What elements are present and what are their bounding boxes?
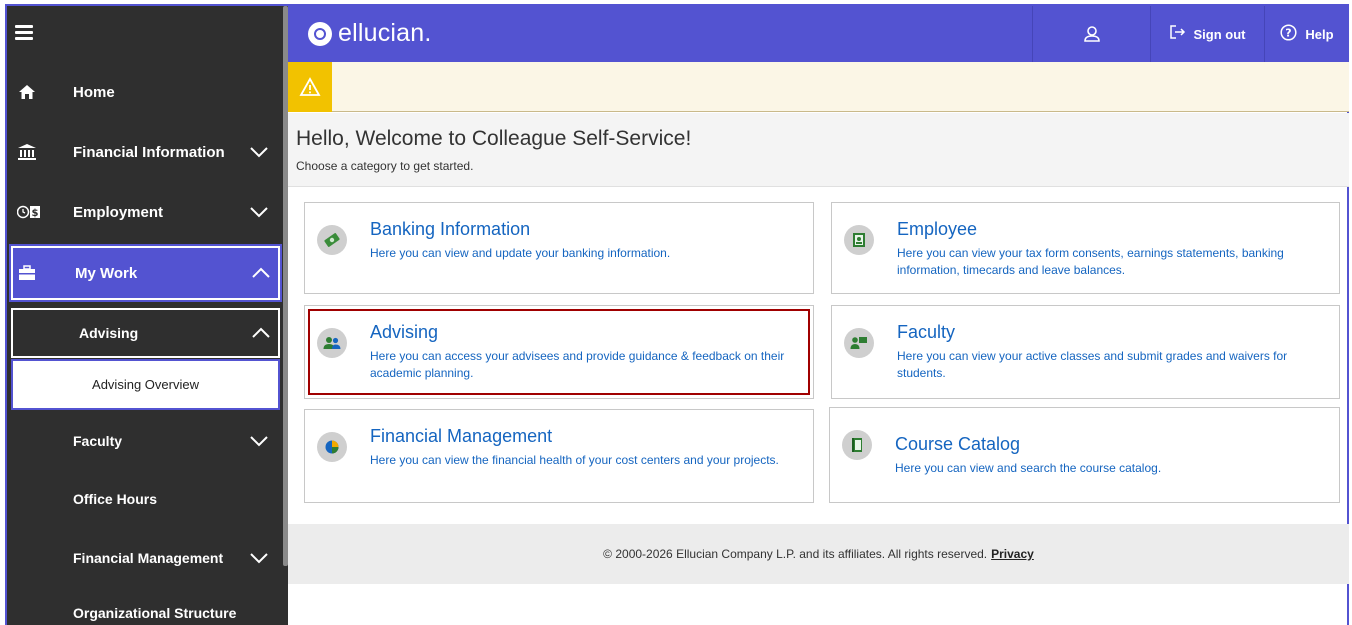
- sidebar-item-my-work[interactable]: My Work: [9, 244, 282, 302]
- sidebar-item-office-hours[interactable]: Office Hours: [7, 469, 288, 529]
- card-description: Here you can view and update your bankin…: [370, 246, 671, 260]
- sidebar-item-label: My Work: [75, 264, 138, 282]
- sign-out-label: Sign out: [1193, 26, 1246, 42]
- people-icon: [317, 328, 347, 358]
- sidebar-item-financial-management[interactable]: Financial Management: [7, 528, 288, 588]
- svg-text:?: ?: [1286, 26, 1292, 39]
- sign-out-icon: [1169, 25, 1186, 43]
- page-subtitle: Choose a category to get started.: [296, 159, 474, 173]
- copyright-text: © 2000-2026 Ellucian Company L.P. and it…: [603, 547, 988, 561]
- sidebar-item-faculty[interactable]: Faculty: [7, 411, 288, 471]
- sidebar-item-label: Advising Overview: [92, 377, 199, 392]
- sidebar-item-label: Home: [73, 83, 115, 101]
- card-title: Course Catalog: [895, 434, 1021, 454]
- card-description: Here you can view and search the course …: [895, 461, 1162, 475]
- welcome-section: Hello, Welcome to Colleague Self-Service…: [288, 113, 1349, 187]
- sidebar-item-employment[interactable]: $ Employment: [7, 182, 288, 242]
- brand-name: ellucian.: [338, 19, 432, 47]
- chevron-down-icon: [250, 436, 268, 447]
- pie-chart-icon: [317, 432, 347, 462]
- app-frame: Home Financial Information $ Employment …: [5, 4, 1349, 625]
- warning-icon[interactable]: [288, 62, 332, 112]
- sidebar-item-label: Financial Information: [73, 143, 225, 161]
- help-button[interactable]: ? Help: [1264, 6, 1349, 62]
- sidebar-item-label: Advising: [79, 325, 139, 341]
- sidebar-top: [7, 6, 288, 62]
- money-icon: [317, 225, 347, 255]
- id-badge-icon: [844, 225, 874, 255]
- sign-out-button[interactable]: Sign out: [1150, 6, 1264, 62]
- sidebar-item-financial-information[interactable]: Financial Information: [7, 122, 288, 182]
- timecard-icon: $: [17, 202, 41, 222]
- home-icon: [17, 82, 37, 102]
- card-title: Financial Management: [370, 426, 553, 446]
- card-financial-management[interactable]: Financial Management Here you can view t…: [304, 409, 814, 503]
- chevron-down-icon: [250, 553, 268, 564]
- ellucian-logo-icon: [308, 21, 332, 46]
- card-title: Advising: [370, 322, 439, 342]
- ellucian-logo[interactable]: ellucian.: [308, 19, 432, 48]
- teacher-icon: [844, 328, 874, 358]
- briefcase-icon: [17, 263, 37, 283]
- card-description: Here you can view your active classes an…: [897, 349, 1288, 380]
- footer: © 2000-2026 Ellucian Company L.P. and it…: [288, 524, 1349, 584]
- card-faculty[interactable]: Faculty Here you can view your active cl…: [831, 305, 1340, 399]
- hamburger-menu-icon[interactable]: [15, 25, 33, 41]
- card-employee[interactable]: Employee Here you can view your tax form…: [831, 202, 1340, 294]
- card-advising[interactable]: Advising Here you can access your advise…: [304, 305, 814, 399]
- card-banking-information[interactable]: Banking Information Here you can view an…: [304, 202, 814, 294]
- user-profile-button[interactable]: [1032, 6, 1150, 62]
- sidebar-item-home[interactable]: Home: [7, 62, 288, 122]
- sidebar-item-label: Financial Management: [73, 550, 224, 566]
- card-course-catalog[interactable]: Course Catalog Here you can view and sea…: [829, 407, 1340, 503]
- chevron-up-icon: [252, 327, 270, 338]
- chevron-down-icon: [250, 207, 268, 218]
- privacy-link[interactable]: Privacy: [991, 547, 1034, 561]
- sidebar-item-label: Faculty: [73, 433, 123, 449]
- sidebar: Home Financial Information $ Employment …: [7, 6, 288, 625]
- card-title: Employee: [897, 219, 978, 239]
- sidebar-item-label: Organizational Structure: [73, 605, 237, 621]
- card-description: Here you can view the financial health o…: [370, 453, 779, 467]
- top-header: ellucian. Sign out ? Help: [288, 6, 1349, 62]
- bank-icon: [17, 142, 37, 162]
- sidebar-item-advising-overview[interactable]: Advising Overview: [10, 358, 281, 411]
- sidebar-item-organizational-structure[interactable]: Organizational Structure: [7, 583, 288, 625]
- card-description: Here you can access your advisees and pr…: [370, 349, 785, 380]
- chevron-down-icon: [250, 147, 268, 158]
- card-title: Faculty: [897, 322, 956, 342]
- svg-text:$: $: [32, 208, 39, 219]
- help-label: Help: [1305, 26, 1334, 42]
- sidebar-item-label: Office Hours: [73, 491, 158, 507]
- card-title: Banking Information: [370, 219, 531, 239]
- book-icon: [842, 430, 872, 460]
- chevron-up-icon: [252, 267, 270, 278]
- notification-bar: [288, 62, 1349, 112]
- page-title: Hello, Welcome to Colleague Self-Service…: [296, 127, 692, 150]
- help-icon: ?: [1280, 23, 1297, 45]
- sidebar-item-advising[interactable]: Advising: [11, 308, 280, 358]
- sidebar-item-label: Employment: [73, 203, 164, 221]
- user-icon: [1083, 26, 1100, 42]
- card-description: Here you can view your tax form consents…: [897, 246, 1284, 277]
